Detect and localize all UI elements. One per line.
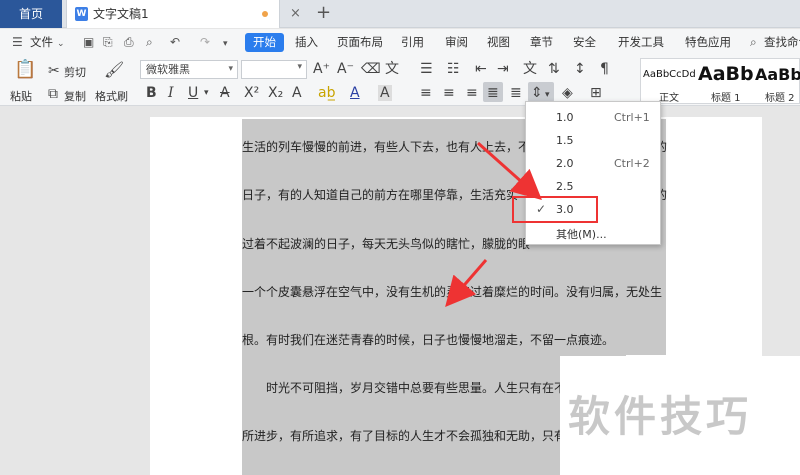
annotation-arrows — [445, 141, 542, 308]
arrow-to-option — [477, 141, 542, 200]
arrow-to-text — [445, 259, 488, 308]
